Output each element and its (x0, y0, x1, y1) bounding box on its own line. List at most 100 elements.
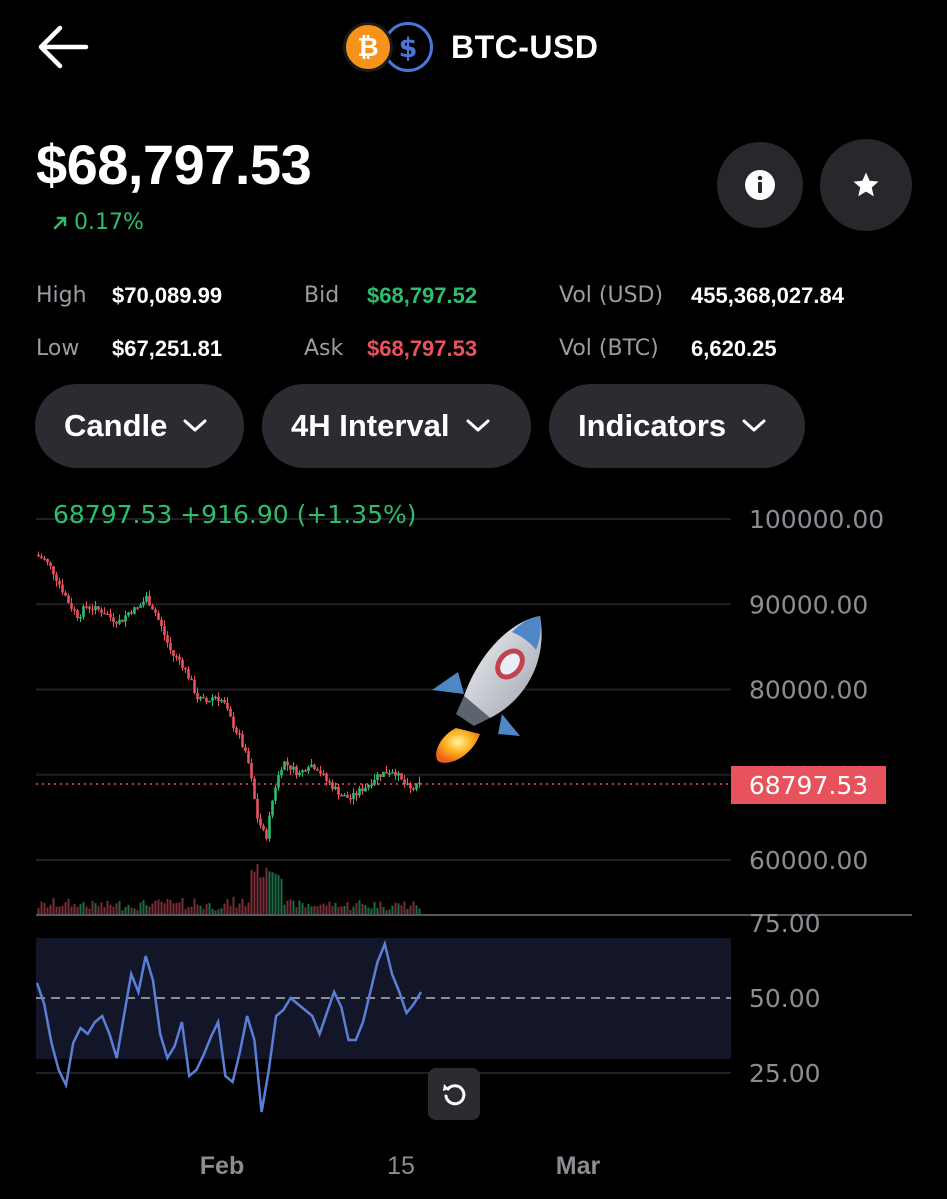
volume-bar (220, 908, 223, 914)
candle-body (352, 793, 355, 799)
volume-bar (76, 907, 79, 914)
candle-body (343, 794, 346, 797)
candle-body (298, 772, 301, 776)
volume-bar (289, 899, 292, 914)
volume-bar (226, 899, 229, 914)
candle-body (358, 788, 361, 796)
candle-body (76, 610, 79, 619)
candle-body (208, 700, 211, 703)
candle-body (376, 774, 379, 780)
candle-body (124, 615, 127, 622)
candle-body (118, 619, 121, 624)
y-tick-label: 80000.00 (749, 676, 868, 705)
volume-bar (250, 869, 253, 914)
candle-body (232, 716, 235, 729)
price-chart[interactable]: 100000.0090000.0080000.0070000.0060000.0… (0, 0, 947, 1199)
volume-bar (256, 863, 259, 914)
svg-text:$: $ (399, 33, 418, 62)
volume-bar (298, 900, 301, 914)
candle-body (37, 554, 40, 557)
candle-body (361, 788, 364, 792)
volume-bar (340, 906, 343, 914)
candle-body (85, 606, 88, 608)
volume-bar (145, 905, 148, 914)
candle-body (340, 794, 343, 797)
candle-body (364, 787, 367, 792)
volume-bar (49, 904, 52, 914)
candle-body (337, 786, 340, 795)
volume-bar (97, 906, 100, 914)
volume-bar (157, 899, 160, 914)
volume-bar (82, 901, 85, 914)
volume-bar (196, 904, 199, 914)
volume-bar (160, 901, 163, 914)
volume-bar (100, 902, 103, 914)
candle-body (205, 697, 208, 703)
volume-bar (397, 903, 400, 914)
volume-bar (46, 907, 49, 914)
candle-body (286, 761, 289, 766)
volume-bar (214, 910, 217, 914)
candle-body (166, 635, 169, 643)
candle-body (229, 708, 232, 717)
candle-body (139, 605, 142, 608)
candle-body (247, 750, 250, 764)
candle-body (244, 747, 247, 751)
candle-body (40, 556, 43, 559)
candle-body (313, 764, 316, 770)
rsi-level-label: 25.00 (749, 1059, 821, 1088)
candle-body (103, 612, 106, 615)
volume-bar (151, 903, 154, 914)
candle-body (292, 766, 295, 770)
candle-body (106, 613, 109, 616)
volume-bar (409, 905, 412, 914)
volume-bar (235, 907, 238, 914)
candle-body (259, 818, 262, 826)
volume-bar (325, 905, 328, 914)
volume-bar (418, 908, 421, 914)
volume-bar (124, 907, 127, 914)
volume-bar (382, 907, 385, 914)
volume-bar (232, 896, 235, 914)
volume-bar (166, 898, 169, 914)
volume-bar (253, 871, 256, 914)
candle-body (379, 774, 382, 777)
candle-body (52, 566, 55, 575)
candle-body (253, 778, 256, 799)
candle-body (109, 613, 112, 618)
volume-bar (154, 900, 157, 914)
candle-body (283, 761, 286, 770)
volume-bar (361, 903, 364, 914)
volume-bar (346, 901, 349, 914)
reset-zoom-button[interactable] (428, 1068, 480, 1120)
volume-bar (130, 907, 133, 914)
candle-body (184, 667, 187, 670)
volume-bar (106, 900, 109, 914)
volume-bar (280, 878, 283, 914)
candle-body (262, 825, 265, 830)
volume-bar (70, 906, 73, 914)
candle-body (268, 815, 271, 839)
candle-body (91, 608, 94, 611)
volume-bar (367, 907, 370, 914)
volume-bar (40, 901, 43, 914)
volume-bar (238, 903, 241, 914)
candle-body (115, 621, 118, 624)
candle-body (46, 558, 49, 563)
candle-body (100, 609, 103, 613)
rsi-level-label: 75.00 (749, 909, 821, 938)
candle-body (82, 606, 85, 617)
candle-body (322, 773, 325, 776)
rotate-ccw-icon (443, 1084, 466, 1106)
volume-bar (85, 906, 88, 914)
y-tick-label: 60000.00 (749, 846, 868, 875)
volume-bar (67, 898, 70, 914)
candle-body (64, 592, 67, 596)
candle-body (187, 669, 190, 679)
volume-bar (304, 907, 307, 914)
volume-bar (328, 901, 331, 914)
volume-bar (262, 876, 265, 914)
candle-body (175, 656, 178, 658)
volume-bar (190, 906, 193, 914)
volume-bar (355, 903, 358, 914)
